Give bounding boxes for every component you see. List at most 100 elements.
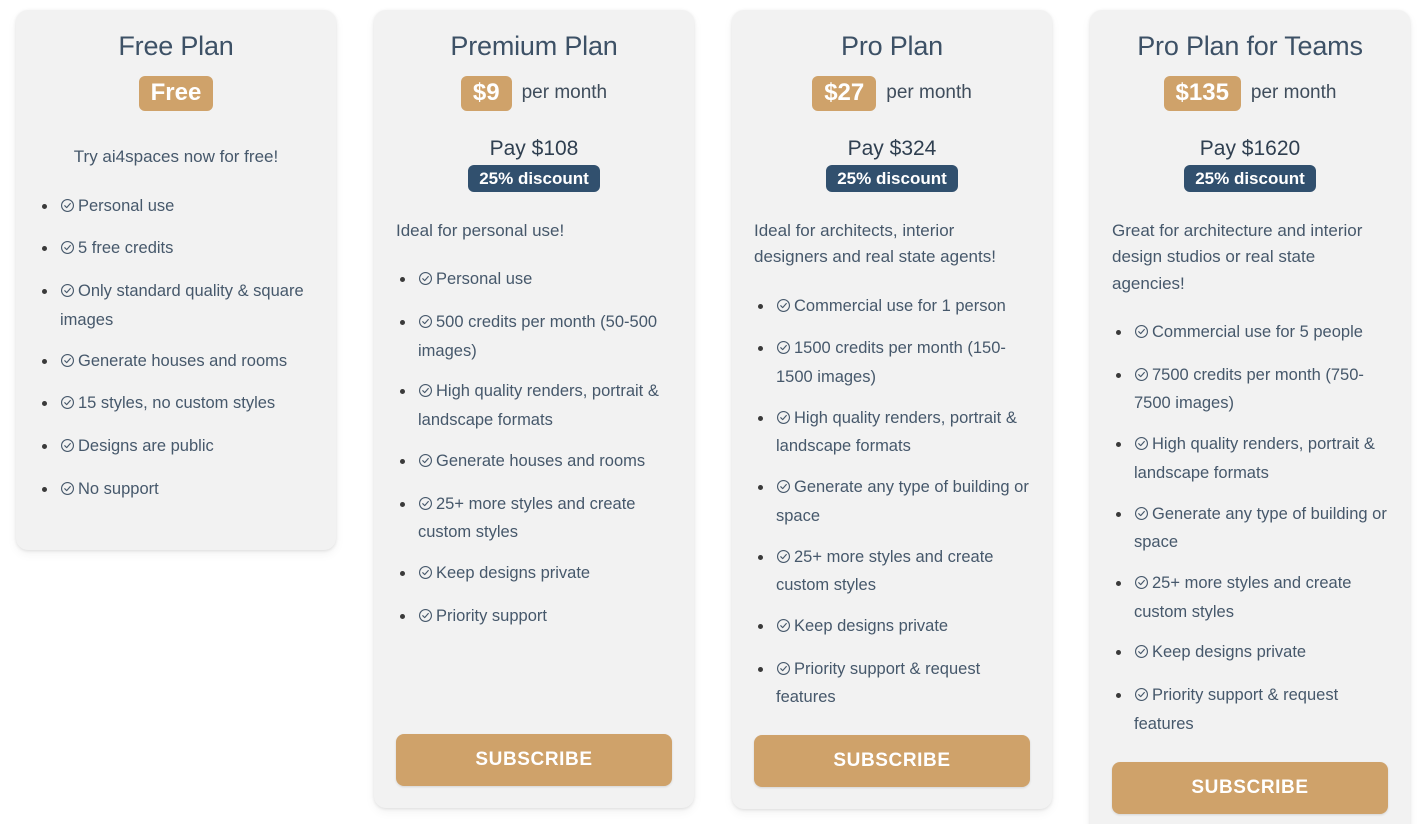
feature-list: Commercial use for 1 person 1500 credits … [754,293,1030,726]
feature-item: Generate houses and rooms [396,448,672,477]
check-circle-icon [776,476,791,503]
check-circle-icon [418,450,433,477]
feature-label: 500 credits per month (50-500 images) [418,312,658,360]
feature-item: Personal use [38,193,314,222]
feature-label: 25+ more styles and create custom styles [418,494,636,542]
feature-label: Generate houses and rooms [436,451,646,470]
per-month-label: per month [521,82,608,104]
feature-item: Commercial use for 1 person [754,293,1030,322]
feature-list: Personal use 5 free credits Only standard … [38,193,314,519]
subscribe-button-premium[interactable]: SUBSCRIBE [396,734,672,786]
check-circle-icon [60,392,75,419]
flex-spacer [1112,752,1388,762]
subscribe-button-pro-teams[interactable]: SUBSCRIBE [1112,761,1388,814]
check-circle-icon [418,268,433,295]
feature-label: Keep designs private [436,563,591,582]
check-circle-icon [60,195,75,222]
plan-title-premium: Premium Plan [450,31,618,61]
feature-label: 5 free credits [78,239,174,258]
plan-tagline: Ideal for personal use! [396,220,565,240]
plan-tagline: Great for architecture and interior desi… [1112,220,1363,293]
price-row: Free [38,74,314,112]
feature-list: Personal use 500 credits per month (50-50… [396,266,672,645]
feature-item: Generate houses and rooms [38,348,314,377]
check-circle-icon [776,407,791,434]
feature-label: Designs are public [78,437,214,456]
discount-badge: 25% discount [468,164,600,192]
annual-pay-line: Pay $324 [847,137,937,161]
feature-item: Priority support [396,603,672,632]
flex-spacer [396,645,672,734]
feature-item: Priority support & request features [1112,682,1388,737]
feature-label: Priority support & request features [776,659,981,707]
feature-item: 25+ more styles and create custom styles [754,544,1030,599]
feature-list: Commercial use for 5 people 7500 credits … [1112,319,1388,752]
feature-item: 5 free credits [38,235,314,264]
check-circle-icon [1134,641,1149,668]
check-circle-icon [776,337,791,364]
discount-badge: 25% discount [1184,164,1316,192]
check-circle-icon [418,562,433,589]
feature-label: Keep designs private [794,617,949,636]
discount-wrap: 25% discount [1112,164,1388,192]
feature-item: Commercial use for 5 people [1112,319,1388,348]
check-circle-icon [1134,364,1149,391]
check-circle-icon [60,478,75,505]
feature-label: No support [78,479,159,498]
feature-item: 25+ more styles and create custom styles [1112,570,1388,625]
plan-card-pro: Pro Plan $27 per month Pay $324 25% disc… [732,10,1052,810]
feature-item: 7500 credits per month (750-7500 images) [1112,362,1388,417]
feature-label: 7500 credits per month (750-7500 images) [1134,365,1364,413]
plan-tagline: Try ai4spaces now for free! [73,147,279,167]
feature-item: 1500 credits per month (150-1500 images) [754,335,1030,390]
feature-item: Keep designs private [396,560,672,589]
discount-wrap: 25% discount [754,164,1030,192]
feature-label: Generate houses and rooms [78,351,288,370]
check-circle-icon [1134,572,1149,599]
subscribe-button-pro[interactable]: SUBSCRIBE [754,735,1030,788]
price-badge: $27 [812,75,877,111]
feature-item: 15 styles, no custom styles [38,390,314,419]
feature-item: Generate any type of building or space [1112,501,1388,556]
price-badge: $135 [1163,75,1241,111]
feature-label: Priority support [436,606,547,625]
discount-wrap: 25% discount [396,164,672,192]
feature-item: Generate any type of building or space [754,474,1030,529]
feature-item: No support [38,476,314,505]
feature-item: Designs are public [38,433,314,462]
feature-label: Keep designs private [1152,643,1307,662]
feature-label: Priority support & request features [1134,686,1339,733]
feature-label: Generate any type of building or space [1134,504,1387,552]
plan-card-free: Free Plan Free Try ai4spaces now for fre… [16,10,336,551]
feature-label: 25+ more styles and create custom styles [776,547,994,595]
check-circle-icon [418,380,433,407]
feature-item: Personal use [396,266,672,295]
feature-label: Commercial use for 1 person [794,296,1006,315]
feature-item: High quality renders, portrait & landsca… [396,378,672,433]
price-badge: Free [138,75,214,111]
check-circle-icon [1134,321,1149,348]
feature-label: 25+ more styles and create custom styles [1134,573,1352,621]
feature-label: Only standard quality & square images [60,282,304,329]
annual-pay-line: Pay $108 [489,137,579,161]
pricing-plans-grid: Free Plan Free Try ai4spaces now for fre… [0,0,1418,824]
check-circle-icon [776,546,791,573]
feature-label: Commercial use for 5 people [1152,322,1363,341]
feature-label: High quality renders, portrait & landsca… [418,382,659,430]
check-circle-icon [60,280,75,307]
feature-item: 25+ more styles and create custom styles [396,491,672,546]
feature-item: Priority support & request features [754,656,1030,711]
check-circle-icon [776,615,791,642]
plan-title-free: Free Plan [118,31,234,61]
check-circle-icon [60,237,75,264]
feature-item: Keep designs private [1112,639,1388,668]
check-circle-icon [60,435,75,462]
feature-item: High quality renders, portrait & landsca… [1112,431,1388,486]
discount-badge: 25% discount [826,164,958,192]
plan-card-premium: Premium Plan $9 per month Pay $108 25% d… [374,10,694,808]
check-circle-icon [1134,684,1149,711]
check-circle-icon [1134,503,1149,530]
per-month-label: per month [886,82,972,104]
price-row: $9 per month [396,74,672,112]
feature-label: Personal use [436,270,533,289]
